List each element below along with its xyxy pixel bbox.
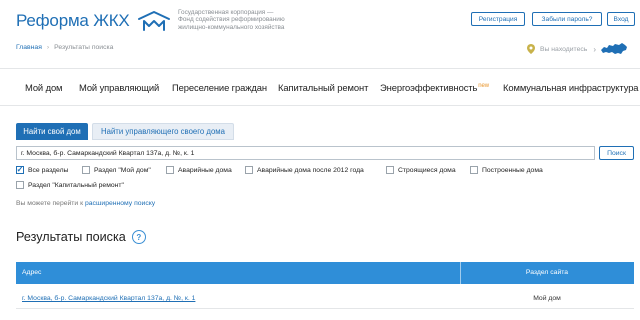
site-logo[interactable]: Реформа ЖКХ <box>16 10 172 32</box>
checkbox[interactable] <box>245 166 253 174</box>
chevron-right-icon: › <box>593 44 596 54</box>
corp-line: Фонд содействия реформированию <box>178 16 285 24</box>
nav-item-communal-infrastructure[interactable]: Коммунальная инфраструктура <box>503 82 639 93</box>
checkbox[interactable] <box>166 166 174 174</box>
filter-label: Все разделы <box>28 166 69 174</box>
filter-my-house[interactable]: Раздел "Мой дом" <box>82 166 151 174</box>
filter-built-houses[interactable]: Построенные дома <box>470 166 543 174</box>
breadcrumb: Главная › Результаты поиска <box>16 44 113 51</box>
register-button[interactable]: Регистрация <box>471 12 525 26</box>
filter-all-sections[interactable]: Все разделы <box>16 166 68 174</box>
filter-label: Построенные дома <box>482 166 543 174</box>
tab-find-manager[interactable]: Найти управляющего своего дома <box>92 123 234 140</box>
new-badge: new <box>478 82 489 89</box>
location-selector[interactable]: Вы находитесь › <box>527 42 628 56</box>
help-icon[interactable]: ? <box>131 230 146 244</box>
map-pin-icon <box>527 44 535 54</box>
filter-label: Раздел "Капитальный ремонт" <box>28 181 124 189</box>
main-navigation: Мой дом Мой управляющий Переселение граж… <box>0 68 640 106</box>
filter-under-construction[interactable]: Строящиеся дома <box>386 166 456 174</box>
results-heading: Результаты поиска ? <box>16 230 146 244</box>
corp-line: жилищно-коммунального хозяйства <box>178 23 285 31</box>
advanced-search-link[interactable]: расширенному поиску <box>85 200 155 207</box>
nav-item-capital-repair[interactable]: Капитальный ремонт <box>278 82 368 93</box>
filter-label: Аварийные дома после 2012 года <box>257 166 364 174</box>
results-table-header: Адрес Раздел сайта <box>16 262 634 284</box>
nav-item-my-house[interactable]: Мой дом <box>25 82 63 93</box>
checkbox[interactable] <box>16 181 24 189</box>
house-logo-icon <box>137 11 170 31</box>
checkbox-checked[interactable] <box>16 166 24 174</box>
checkbox[interactable] <box>470 166 478 174</box>
filter-label: Строящиеся дома <box>398 166 456 174</box>
checkbox[interactable] <box>386 166 394 174</box>
search-input[interactable]: г. Москва, б-р. Самаркандский Квартал 13… <box>16 146 595 160</box>
results-title: Результаты поиска <box>16 230 126 244</box>
logo-text: Реформа ЖКХ <box>16 11 130 30</box>
search-button[interactable]: Поиск <box>599 146 634 160</box>
russia-map-icon <box>601 43 627 54</box>
advanced-search-hint: Вы можете перейти к расширенному поиску <box>16 200 155 207</box>
nav-item-resettlement[interactable]: Переселение граждан <box>172 82 267 93</box>
column-header-address: Адрес <box>22 269 42 276</box>
breadcrumb-home-link[interactable]: Главная <box>16 44 42 51</box>
result-address-link[interactable]: г. Москва, б-р. Самаркандский Квартал 13… <box>22 295 195 302</box>
corporation-caption: Государственная корпорация — Фонд содейс… <box>178 9 308 31</box>
filter-emergency-after-2012[interactable]: Аварийные дома после 2012 года <box>245 166 364 174</box>
login-button[interactable]: Вход <box>607 12 635 26</box>
filter-label: Раздел "Мой дом" <box>94 166 151 174</box>
result-section: Мой дом <box>533 295 561 302</box>
filter-label: Аварийные дома <box>178 166 232 174</box>
location-label: Вы находитесь <box>540 45 588 53</box>
filter-emergency-houses[interactable]: Аварийные дома <box>166 166 232 174</box>
forgot-password-button[interactable]: Забыли пароль? <box>532 12 602 26</box>
nav-item-label: Энергоэффективность <box>380 82 478 93</box>
checkbox[interactable] <box>82 166 90 174</box>
filter-capital-repair[interactable]: Раздел "Капитальный ремонт" <box>16 181 124 189</box>
hint-text: Вы можете перейти к <box>16 200 84 207</box>
table-row: г. Москва, б-р. Самаркандский Квартал 13… <box>16 287 634 309</box>
nav-item-my-manager[interactable]: Мой управляющий <box>79 82 159 93</box>
tab-find-house[interactable]: Найти свой дом <box>16 123 88 140</box>
breadcrumb-current: Результаты поиска <box>54 44 114 51</box>
breadcrumb-separator-icon: › <box>46 44 50 51</box>
column-header-section: Раздел сайта <box>525 269 569 276</box>
nav-item-energy-efficiency[interactable]: Энергоэффективностьnew <box>380 82 489 93</box>
